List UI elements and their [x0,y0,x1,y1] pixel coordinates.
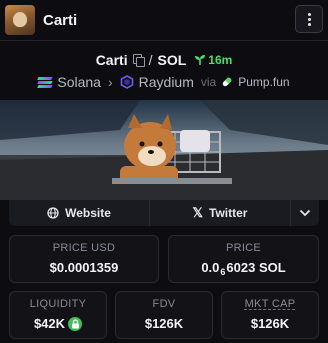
website-label: Website [65,206,111,220]
market-cap-value: $126K [250,316,290,331]
liquidity-value: $42K [10,316,106,331]
chevron-down-icon [299,209,311,217]
globe-icon [47,207,59,219]
raydium-icon [120,75,133,89]
market-cap-card: MKT CAP $126K [221,291,319,339]
more-options-button[interactable] [295,5,323,33]
chevron-right-icon: › [107,74,113,90]
pair-base-symbol: Carti [95,52,128,68]
chain-name[interactable]: Solana [57,74,101,90]
twitter-button[interactable]: 𝕏 Twitter [150,200,291,226]
more-socials-button[interactable] [291,200,319,226]
price-native-value: 0.0 6 6023 SOL [201,260,286,277]
copy-icon[interactable] [132,54,145,67]
price-zero-count: 6 [220,266,226,277]
vertical-dots-icon [307,12,311,16]
pair-title: Carti / SOL 16m [0,50,328,70]
token-pair-panel: Carti Carti / SOL 16m Solana › Raydium v… [0,0,328,343]
launchpad-name[interactable]: Pump.fun [238,75,289,89]
token-avatar [5,5,35,35]
pair-separator: / [148,52,153,68]
price-usd-card: PRICE USD $0.0001359 [9,235,159,283]
liquidity-card: LIQUIDITY $42K [9,291,107,339]
pill-icon [222,77,232,87]
via-label: via [200,75,217,89]
chain-breadcrumb: Solana › Raydium via Pump.fun [0,72,328,92]
price-usd-label: PRICE USD [52,242,116,254]
fdv-label: FDV [152,298,176,310]
price-usd-value: $0.0001359 [49,260,119,275]
website-button[interactable]: Website [9,200,150,226]
fdv-value: $126K [144,316,184,331]
market-cap-label[interactable]: MKT CAP [222,298,318,310]
banner-scene [0,100,328,200]
token-banner-image [0,100,328,200]
pair-quote-symbol: SOL [157,52,187,68]
header-title: Carti [43,11,78,29]
pair-age: 16m [208,53,233,67]
dex-name[interactable]: Raydium [139,74,194,90]
x-logo-icon: 𝕏 [192,205,204,220]
price-native-card: PRICE 0.0 6 6023 SOL [168,235,319,283]
twitter-label: Twitter [209,206,248,220]
solana-icon [37,76,53,88]
header-divider [0,40,328,41]
seedling-icon [195,55,206,65]
pair-age-badge: 16m [194,53,232,67]
lock-icon [68,316,83,331]
liquidity-label: LIQUIDITY [29,298,87,310]
fdv-card: FDV $126K [115,291,213,339]
header: Carti [0,0,328,40]
price-native-label: PRICE [225,242,262,254]
social-links: Website 𝕏 Twitter [9,200,319,226]
